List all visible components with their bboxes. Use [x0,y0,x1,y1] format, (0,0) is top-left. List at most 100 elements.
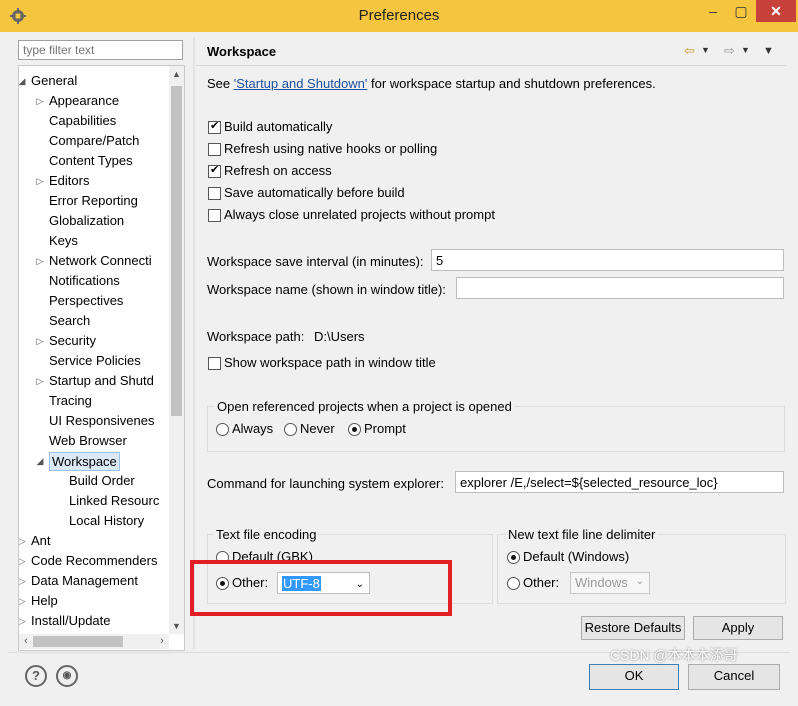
scroll-up-icon[interactable]: ▲ [169,66,184,82]
workspace-name-label: Workspace name (shown in window title): [207,282,446,297]
save-interval-input[interactable]: 5 [431,249,784,271]
scroll-right-icon[interactable]: › [155,634,169,649]
collapsed-arrow-icon[interactable]: ▷ [19,611,27,631]
tree-item[interactable]: Keys [19,231,169,251]
refresh-on-access-checkbox[interactable] [208,163,221,178]
open-prompt-radio[interactable] [348,423,361,436]
page-header: Workspace ⇦ ▼ ⇨ ▼ ▼ [196,37,786,66]
cancel-button[interactable]: Cancel [688,664,780,690]
expanded-arrow-icon[interactable]: ◢ [19,71,27,91]
tree-vertical-scrollbar[interactable]: ▲ ▼ [169,66,184,634]
tree-item[interactable]: Capabilities [19,111,169,131]
tree-item[interactable]: Perspectives [19,291,169,311]
tree-item-label: Web Browser [49,433,127,448]
tree-item[interactable]: ▷ Help [19,591,169,611]
save-interval-label: Workspace save interval (in minutes): [207,254,424,269]
tree-item[interactable]: Service Policies [19,351,169,371]
collapsed-arrow-icon[interactable]: ▷ [19,551,27,571]
delimiter-default-radio[interactable] [507,551,520,564]
tree-item[interactable]: Build Order [19,471,169,491]
startup-shutdown-link[interactable]: 'Startup and Shutdown' [234,76,368,91]
delimiter-other-radio[interactable] [507,577,520,590]
scroll-down-icon[interactable]: ▼ [169,618,184,634]
back-dropdown-icon[interactable]: ▼ [701,45,710,55]
workspace-name-input[interactable] [456,277,784,299]
collapsed-arrow-icon[interactable]: ▷ [35,91,45,111]
text-encoding-label: Text file encoding [214,527,319,542]
tree-item[interactable]: ▷ Editors [19,171,169,191]
pane-divider[interactable] [193,37,195,649]
tree-item[interactable]: ▷ Data Management [19,571,169,591]
workspace-preference-page: Workspace ⇦ ▼ ⇨ ▼ ▼ See 'Startup and Shu… [196,37,786,649]
tree-item[interactable]: ▷ Startup and Shutd [19,371,169,391]
tree-item[interactable]: ▷ Network Connecti [19,251,169,271]
tree-item[interactable]: ▷ Install/Update [19,611,169,631]
forward-arrow-icon[interactable]: ⇨ [724,43,735,59]
tree-item[interactable]: ▷ Code Recommenders [19,551,169,571]
explorer-command-input[interactable]: explorer /E,/select=${selected_resource_… [455,471,784,493]
show-path-label: Show workspace path in window title [224,355,436,370]
refresh-native-hooks-checkbox[interactable] [208,143,221,156]
maximize-button[interactable]: ▢ [728,0,754,22]
tree-item[interactable]: ▷ Ant [19,531,169,551]
collapsed-arrow-icon[interactable]: ▷ [19,531,27,551]
tree-item[interactable]: ▷ Appearance [19,91,169,111]
tree-item[interactable]: ▷ Security [19,331,169,351]
close-unrelated-projects-checkbox[interactable] [208,209,221,222]
tree-item[interactable]: ◢ General [19,71,169,91]
tree-item[interactable]: Notifications [19,271,169,291]
help-icon[interactable]: ? [25,665,47,687]
tree-item[interactable]: Content Types [19,151,169,171]
collapsed-arrow-icon[interactable]: ▷ [35,171,45,191]
tree-item[interactable]: ◢ Workspace [19,451,169,471]
tree-item[interactable]: Compare/Patch [19,131,169,151]
back-arrow-icon[interactable]: ⇦ [684,43,695,59]
tree-item[interactable]: Local History [19,511,169,531]
view-menu-icon[interactable]: ▼ [763,45,774,57]
collapsed-arrow-icon[interactable]: ▷ [35,371,45,391]
tree-item-label: Ant [31,533,51,548]
tree-item[interactable]: Search [19,311,169,331]
ok-button[interactable]: OK [589,664,679,690]
save-before-build-checkbox[interactable] [208,187,221,200]
tree-item-label: Security [49,333,96,348]
page-title: Workspace [207,44,277,59]
forward-dropdown-icon[interactable]: ▼ [741,45,750,55]
tree-item[interactable]: Tracing [19,391,169,411]
tree-item[interactable]: Web Browser [19,431,169,451]
import-export-icon[interactable]: ◉ [56,665,78,687]
collapsed-arrow-icon[interactable]: ▷ [19,571,27,591]
collapsed-arrow-icon[interactable]: ▷ [35,331,45,351]
open-always-radio[interactable] [216,423,229,436]
minimize-button[interactable]: – [700,0,726,22]
tree-item-label: Build Order [69,473,135,488]
line-delimiter-label: New text file line delimiter [506,527,658,542]
tree-item-label: Appearance [49,93,120,108]
show-path-checkbox[interactable] [208,357,221,370]
expanded-arrow-icon[interactable]: ◢ [35,451,45,471]
hscroll-thumb[interactable] [33,636,123,647]
watermark-text: CSDN @本本本添哥 [610,647,738,663]
open-projects-label: Open referenced projects when a project … [215,399,514,414]
close-button[interactable]: ✕ [756,0,796,22]
build-automatically-checkbox[interactable] [208,119,221,134]
delimiter-value: Windows [575,575,628,590]
intro-prefix: See [207,76,234,91]
filter-input[interactable] [18,40,183,60]
collapsed-arrow-icon[interactable]: ▷ [19,591,27,611]
tree-item-label: Service Policies [49,353,141,368]
apply-button[interactable]: Apply [693,616,783,640]
scroll-left-icon[interactable]: ‹ [19,634,33,649]
collapsed-arrow-icon[interactable]: ▷ [35,251,45,271]
tree-item[interactable]: Globalization [19,211,169,231]
explorer-command-label: Command for launching system explorer: [207,476,444,491]
tree-item[interactable]: Error Reporting [19,191,169,211]
tree-item-label: Local History [69,513,145,528]
tree-horizontal-scrollbar[interactable]: ‹ › [19,634,169,649]
tree-item[interactable]: UI Responsivenes [19,411,169,431]
scroll-thumb[interactable] [171,86,182,416]
restore-defaults-button[interactable]: Restore Defaults [581,616,685,640]
open-never-radio[interactable] [284,423,297,436]
delimiter-select[interactable]: Windows ⌄ [570,572,650,594]
tree-item[interactable]: Linked Resourc [19,491,169,511]
